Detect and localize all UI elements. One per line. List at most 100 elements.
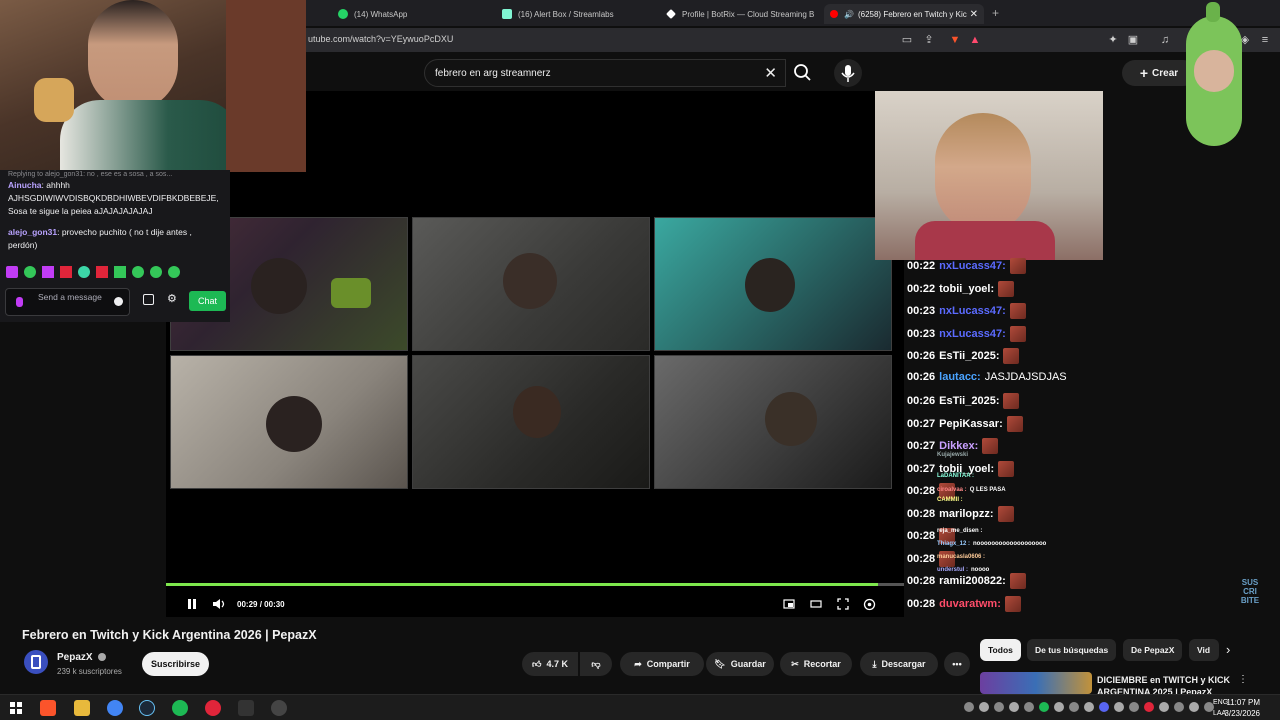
tray-icon[interactable] — [1159, 702, 1169, 712]
tray-icon[interactable] — [979, 702, 989, 712]
epic-games-icon[interactable] — [238, 700, 254, 716]
more-actions-button[interactable]: ••• — [944, 652, 970, 676]
windows-start-icon[interactable] — [8, 700, 24, 716]
chat-username[interactable]: Ainucha — [8, 180, 42, 190]
emote-icon[interactable] — [60, 266, 72, 278]
pause-button[interactable] — [186, 598, 198, 610]
overlay-chat-user: nxLucass47: — [939, 260, 1006, 272]
emoji-icon[interactable] — [114, 297, 123, 306]
emote-icon[interactable] — [6, 266, 18, 278]
gear-icon[interactable]: ⚙ — [167, 292, 177, 305]
subscribe-button[interactable]: Suscribirse — [142, 652, 209, 676]
like-button[interactable]: 👍︎ 4.7 K — [522, 652, 578, 676]
emote-icon — [1009, 258, 1026, 274]
tray-icon[interactable] — [1189, 702, 1199, 712]
emote-icon[interactable] — [114, 266, 126, 278]
emote-icon[interactable] — [96, 266, 108, 278]
progress-bar-remaining[interactable] — [878, 583, 904, 586]
miniplayer-button[interactable] — [783, 598, 795, 610]
clear-search-icon[interactable]: ✕ — [764, 64, 777, 82]
dislike-button[interactable]: 👎︎ — [580, 652, 612, 676]
botrix-icon — [666, 9, 676, 19]
emote-icon[interactable] — [78, 266, 90, 278]
channel-name-text: PepazX — [57, 652, 93, 663]
steam-icon[interactable] — [139, 700, 155, 716]
tray-icon[interactable] — [1009, 702, 1019, 712]
settings-button[interactable] — [863, 598, 876, 611]
install-icon[interactable]: ▭ — [900, 33, 914, 47]
channel-name[interactable]: PepazX — [57, 652, 107, 663]
channel-avatar[interactable] — [24, 650, 48, 674]
emote-icon[interactable] — [150, 266, 162, 278]
tray-icon[interactable] — [964, 702, 974, 712]
url-text[interactable]: utube.com/watch?v=YEywuoPcDXU — [308, 34, 453, 44]
close-tab-icon[interactable]: ✕ — [970, 9, 978, 20]
streamlabs-icon[interactable] — [271, 700, 287, 716]
mini-chat-user: CAMMII : — [937, 497, 963, 503]
clip-button[interactable]: ✂ Recortar — [780, 652, 852, 676]
emote-icon[interactable] — [42, 266, 54, 278]
search-input[interactable]: febrero en arg streamnerz — [435, 68, 551, 79]
tray-icon[interactable] — [1054, 702, 1064, 712]
overlay-chat-user: marilopzz: — [939, 507, 994, 520]
chip-videos[interactable]: Vid — [1189, 639, 1219, 661]
mascot-overlay — [1176, 2, 1252, 156]
tab-botrix[interactable]: Profile | BotRix — Cloud Streaming B — [660, 4, 820, 24]
tray-icon[interactable] — [1174, 702, 1184, 712]
tray-icon[interactable] — [1144, 702, 1154, 712]
mini-chat-text: Q LES PASA — [969, 487, 1006, 493]
brave-rewards-icon[interactable]: ▲ — [968, 33, 982, 47]
voice-search-button[interactable] — [834, 59, 862, 87]
emote-icon[interactable] — [168, 266, 180, 278]
tray-icon[interactable] — [1039, 702, 1049, 712]
media-icon[interactable]: ♫ — [1158, 33, 1172, 47]
tab-youtube[interactable]: 🔊 (6258) Febrero en Twitch y Kic ✕ — [824, 4, 984, 24]
chip-from-channel[interactable]: De PepazX — [1123, 639, 1183, 661]
volume-button[interactable] — [212, 598, 226, 610]
more-vertical-icon[interactable]: ⋮ — [1238, 674, 1248, 685]
recommended-thumbnail[interactable] — [980, 672, 1092, 694]
share-button[interactable]: ➦ Compartir — [620, 652, 704, 676]
spotify-icon[interactable] — [172, 700, 188, 716]
clock[interactable]: 11:07 PM 3/23/2026 — [1224, 697, 1260, 719]
search-button[interactable] — [786, 59, 820, 87]
tray-icon[interactable] — [1114, 702, 1124, 712]
tab-whatsapp[interactable]: (14) WhatsApp — [332, 4, 492, 24]
chat-input[interactable]: Send a message — [5, 288, 130, 316]
progress-bar-played[interactable] — [166, 583, 878, 586]
tray-icon[interactable] — [1099, 702, 1109, 712]
search-box[interactable]: febrero en arg streamnerz ✕ — [424, 59, 786, 87]
chip-from-searches[interactable]: De tus búsquedas — [1027, 639, 1117, 661]
menu-icon[interactable]: ≡ — [1258, 33, 1272, 47]
file-explorer-icon[interactable] — [74, 700, 90, 716]
time-display: 00:29 / 00:30 — [237, 600, 285, 609]
new-tab-icon[interactable]: + — [992, 6, 999, 20]
download-button[interactable]: ⤓ Descargar — [860, 652, 938, 676]
emote-icon — [1009, 573, 1026, 589]
brave-shield-icon[interactable]: ▼ — [948, 33, 962, 47]
tray-icon[interactable] — [1024, 702, 1034, 712]
store-icon[interactable] — [143, 294, 154, 305]
chat-username[interactable]: alejo_gon31 — [8, 227, 57, 237]
save-button[interactable]: 🔖︎ Guardar — [706, 652, 774, 676]
chat-send-button[interactable]: Chat — [189, 291, 226, 311]
chevron-right-icon[interactable]: › — [1226, 642, 1230, 657]
fullscreen-button[interactable] — [837, 598, 849, 610]
chrome-icon[interactable] — [107, 700, 123, 716]
brave-browser-icon[interactable] — [40, 700, 56, 716]
microphone-icon[interactable] — [16, 297, 23, 307]
tray-icon[interactable] — [994, 702, 1004, 712]
share-icon[interactable]: ⇪ — [922, 33, 936, 47]
emote-icon[interactable] — [132, 266, 144, 278]
sidebar-icon[interactable]: ▣ — [1126, 33, 1140, 47]
overlay-chat-row: 00:28 ramii200822: — [907, 573, 1026, 589]
tab-streamlabs[interactable]: (16) Alert Box / Streamlabs — [496, 4, 656, 24]
tray-icon[interactable] — [1084, 702, 1094, 712]
emote-icon[interactable] — [24, 266, 36, 278]
chip-all[interactable]: Todos — [980, 639, 1021, 661]
tray-icon[interactable] — [1069, 702, 1079, 712]
obs-icon[interactable] — [205, 700, 221, 716]
extensions-icon[interactable]: ✦ — [1106, 33, 1120, 47]
theater-mode-button[interactable] — [810, 598, 822, 610]
tray-icon[interactable] — [1129, 702, 1139, 712]
